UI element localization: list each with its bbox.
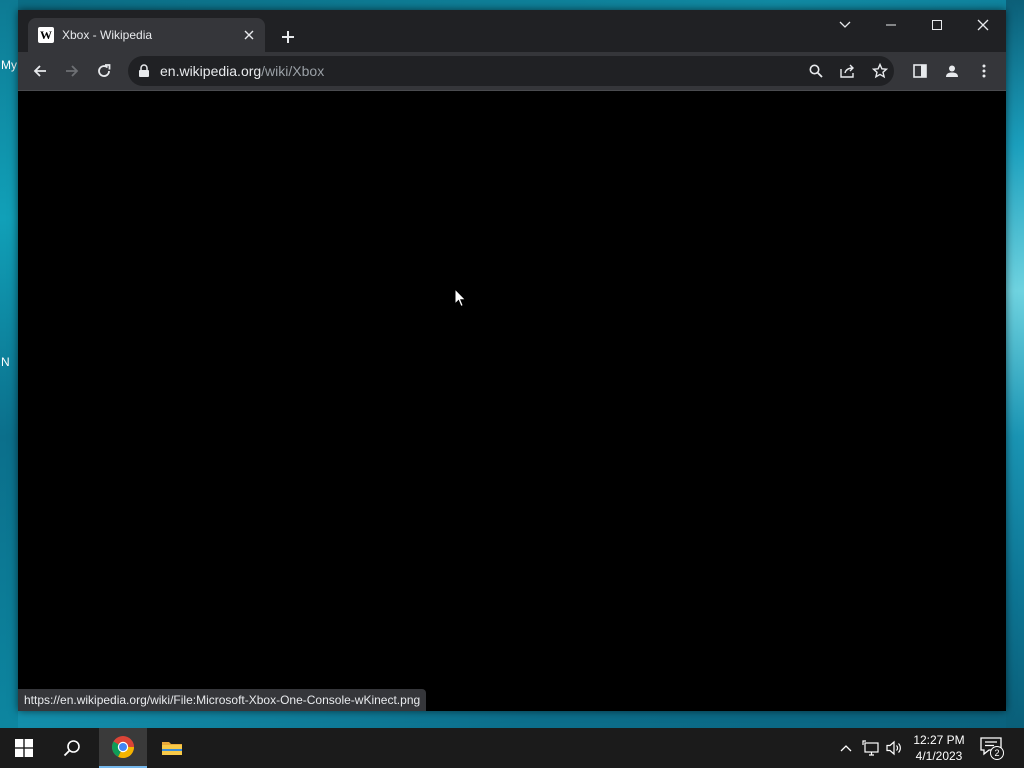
- tab-xbox-wikipedia[interactable]: W Xbox - Wikipedia: [28, 18, 265, 52]
- forward-button[interactable]: [59, 58, 85, 84]
- clock-time: 12:27 PM: [913, 733, 965, 747]
- page-content[interactable]: https://en.wikipedia.org/wiki/File:Micro…: [18, 91, 1006, 711]
- network-icon[interactable]: [861, 738, 881, 758]
- url-domain: en.wikipedia.org: [160, 63, 262, 79]
- taskbar-search-button[interactable]: [48, 728, 96, 768]
- bookmark-star-icon[interactable]: [869, 60, 891, 82]
- close-window-button[interactable]: [960, 10, 1006, 40]
- lock-icon[interactable]: [138, 64, 150, 78]
- browser-toolbar: en.wikipedia.org/wiki/Xbox: [18, 52, 1006, 90]
- desktop-background-right: [1006, 0, 1024, 728]
- search-icon[interactable]: [805, 60, 827, 82]
- taskbar-chrome[interactable]: [99, 728, 147, 768]
- address-bar[interactable]: en.wikipedia.org/wiki/Xbox: [128, 56, 894, 86]
- search-icon: [63, 740, 80, 757]
- back-button[interactable]: [27, 58, 53, 84]
- taskbar: 12:27 PM 4/1/2023 2: [0, 728, 1024, 768]
- url-text[interactable]: en.wikipedia.org/wiki/Xbox: [160, 63, 324, 79]
- menu-kebab-icon[interactable]: [971, 58, 997, 84]
- new-tab-button[interactable]: [276, 25, 300, 49]
- system-clock[interactable]: 12:27 PM 4/1/2023: [906, 732, 972, 764]
- side-panel-icon[interactable]: [907, 58, 933, 84]
- tab-search-chevron-icon[interactable]: [822, 10, 868, 40]
- chrome-icon: [112, 736, 134, 759]
- wikipedia-favicon-icon: W: [38, 27, 54, 43]
- reload-button[interactable]: [91, 58, 117, 84]
- clock-date: 4/1/2023: [915, 749, 963, 763]
- mouse-cursor-icon: [454, 288, 467, 308]
- browser-window: W Xbox - Wikipedia en.wikipedia.org/wiki…: [18, 10, 1006, 711]
- volume-icon[interactable]: [884, 738, 904, 758]
- desktop-icon-label[interactable]: N: [1, 355, 10, 369]
- folder-icon: [162, 742, 182, 755]
- taskbar-file-explorer[interactable]: [148, 728, 196, 768]
- tab-title: Xbox - Wikipedia: [62, 28, 153, 42]
- minimize-button[interactable]: [868, 10, 914, 40]
- profile-icon[interactable]: [939, 58, 965, 84]
- close-tab-icon[interactable]: [239, 25, 259, 45]
- share-icon[interactable]: [837, 60, 859, 82]
- notification-count-badge: 2: [990, 746, 1004, 760]
- windows-logo-icon: [15, 739, 33, 757]
- tab-strip: W Xbox - Wikipedia: [18, 10, 1006, 52]
- show-hidden-icons-chevron-icon[interactable]: [836, 738, 856, 758]
- start-button[interactable]: [0, 728, 48, 768]
- maximize-button[interactable]: [914, 10, 960, 40]
- action-center-button[interactable]: 2: [980, 736, 1004, 760]
- url-path: /wiki/Xbox: [261, 63, 325, 79]
- desktop-icon-label[interactable]: My: [1, 58, 17, 72]
- link-status-bubble: https://en.wikipedia.org/wiki/File:Micro…: [18, 689, 427, 711]
